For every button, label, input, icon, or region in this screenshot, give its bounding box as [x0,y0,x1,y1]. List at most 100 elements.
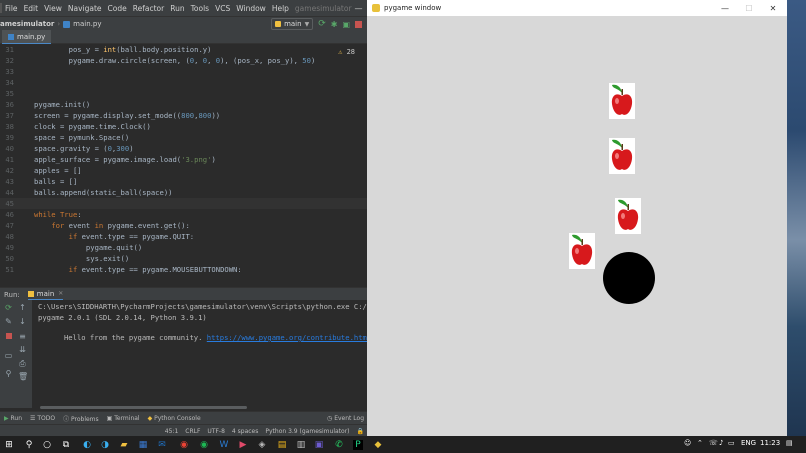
tab-label: main.py [17,32,46,41]
code-text: if event.type == pygame.MOUSEBUTTONDOWN: [68,265,242,274]
store-icon[interactable]: ▦ [138,440,148,450]
sticky-notes-icon[interactable]: ▤ [277,440,287,450]
caret-position[interactable]: 45:1 [165,428,178,435]
calculator-icon[interactable]: ▥ [296,440,306,450]
menu-vcs[interactable]: VCS [215,4,230,13]
file-encoding[interactable]: UTF-8 [207,428,225,435]
menu-refactor[interactable]: Refactor [133,4,164,13]
menu-run[interactable]: Run [170,4,184,13]
menu-tools[interactable]: Tools [191,4,209,13]
line-number: 48 [5,232,14,241]
language-indicator[interactable]: ENG [741,439,756,447]
volume-icon[interactable]: ♪ [719,439,723,447]
tab-event-log[interactable]: ◷ Event Log [327,415,364,422]
project-title-hint: gamesimulator [294,3,352,13]
battery-icon[interactable]: ▭ [728,439,735,447]
task-view-icon[interactable]: ⧉ [61,440,71,450]
arrow-up-icon[interactable]: ↑ [18,304,27,312]
scroll-to-end-icon[interactable]: ⇊ [18,346,27,354]
chrome-icon[interactable]: ◉ [179,440,189,450]
code-line: 45 [0,198,367,209]
menu-code[interactable]: Code [108,4,127,13]
debug-icon[interactable]: ✱ [331,20,338,29]
file-explorer-icon[interactable]: ▰ [119,440,129,450]
pin-icon[interactable]: ⚲ [4,370,13,378]
horizontal-scrollbar[interactable] [40,406,247,409]
word-icon[interactable]: W [219,440,229,450]
spotify-icon[interactable]: ◉ [199,440,209,450]
tab-run[interactable]: ▶ Run [4,415,22,422]
pycharm-taskbar-icon[interactable]: P [353,440,363,450]
tool-window-bar: ▶ Run ☰ TODO ⓘ Problems ▣ Terminal ◆ Pyt… [0,411,367,425]
black-ball [603,252,655,304]
whatsapp-icon[interactable]: ✆ [334,440,344,450]
maximize-button[interactable]: ☐ [737,4,761,13]
mail-icon[interactable]: ✉ [157,440,167,450]
people-icon[interactable]: ☺ [684,439,691,447]
menu-navigate[interactable]: Navigate [68,4,102,13]
pygame-window-title: pygame window [384,4,442,12]
media-player-icon[interactable]: ▶ [238,440,248,450]
tab-terminal[interactable]: ▣ Terminal [107,415,140,422]
python-interpreter[interactable]: Python 3.9 (gamesimulator) [265,428,349,435]
warnings-indicator[interactable]: ⚠ 28 [338,48,355,56]
pygame-title-bar[interactable]: pygame window — ☐ ✕ [367,0,787,16]
stop-icon[interactable] [4,333,13,341]
tab-python-console[interactable]: ◆ Python Console [148,415,201,422]
search-icon[interactable]: ⚲ [24,440,34,450]
wrench-icon[interactable]: ✎ [4,318,13,326]
print-icon[interactable]: ⎙ [18,360,27,368]
file-breadcrumb[interactable]: main.py [73,20,101,28]
indent-setting[interactable]: 4 spaces [232,428,258,435]
tab-problems[interactable]: ⓘ Problems [63,414,99,423]
app-icon[interactable]: ▣ [314,440,324,450]
edge-dev-icon[interactable]: ◑ [100,440,110,450]
menu-file[interactable]: File [5,4,18,13]
rerun-icon[interactable]: ⟳ [318,19,326,29]
code-line: 40 space.gravity = (0,300) [0,143,367,154]
network-icon[interactable]: ☏ [709,439,718,447]
code-text: balls.append(static_ball(space)) [34,188,173,197]
menu-view[interactable]: View [44,4,62,13]
menu-help[interactable]: Help [272,4,289,13]
menu-edit[interactable]: Edit [24,4,39,13]
close-button[interactable]: ✕ [761,4,785,13]
lock-icon[interactable]: 🔒 [357,428,364,435]
show-hidden-icons[interactable]: ⌃ [697,439,703,447]
stop-icon[interactable] [355,20,362,28]
app-icon[interactable]: ◈ [257,440,267,450]
windows-start-icon[interactable]: ⊞ [4,440,14,450]
code-line: 43 balls = [] [0,176,367,187]
clock[interactable]: 11:23 [760,439,780,447]
python-config-icon [275,21,282,27]
apple-sprite [609,138,635,174]
trash-icon[interactable]: 🗑 [18,373,28,381]
close-icon[interactable]: ✕ [58,290,63,297]
layout-icon[interactable]: ▭ [4,352,13,360]
pygame-canvas[interactable] [367,16,787,436]
edge-icon[interactable]: ◐ [82,440,92,450]
soft-wrap-icon[interactable]: ≡ [18,333,27,341]
rerun-icon[interactable]: ⟳ [4,304,13,312]
python-taskbar-icon[interactable]: ◆ [373,440,383,450]
tab-todo[interactable]: ☰ TODO [30,415,55,422]
cortana-icon[interactable]: ○ [42,440,52,450]
minimize-button[interactable]: — [713,4,737,13]
line-number: 43 [5,177,14,186]
project-breadcrumb[interactable]: amesimulator [0,20,54,28]
code-text: pygame.init() [34,100,91,109]
pygame-contribute-link[interactable]: https://www.pygame.org/contribute.html [207,333,371,342]
tab-main-py[interactable]: main.py [2,30,52,45]
line-separator[interactable]: CRLF [185,428,200,435]
minimize-icon[interactable]: — [355,4,363,13]
code-text: apple_surface = pygame.image.load('3.png… [34,155,216,164]
menu-window[interactable]: Window [236,4,266,13]
coverage-icon[interactable]: ▣ [342,20,350,29]
tab-event-log-label: Event Log [334,415,364,422]
code-editor[interactable]: 31 pos_y = int(ball.body.position.y) 32 p… [0,44,367,286]
run-output-panel[interactable]: C:\Users\SIDDHARTH\PycharmProjects\games… [0,300,376,410]
arrow-down-icon[interactable]: ↓ [18,318,27,326]
line-number: 46 [5,210,14,219]
run-config-selector[interactable]: main ▼ [271,18,314,30]
notification-icon[interactable]: ▤ [786,439,793,447]
